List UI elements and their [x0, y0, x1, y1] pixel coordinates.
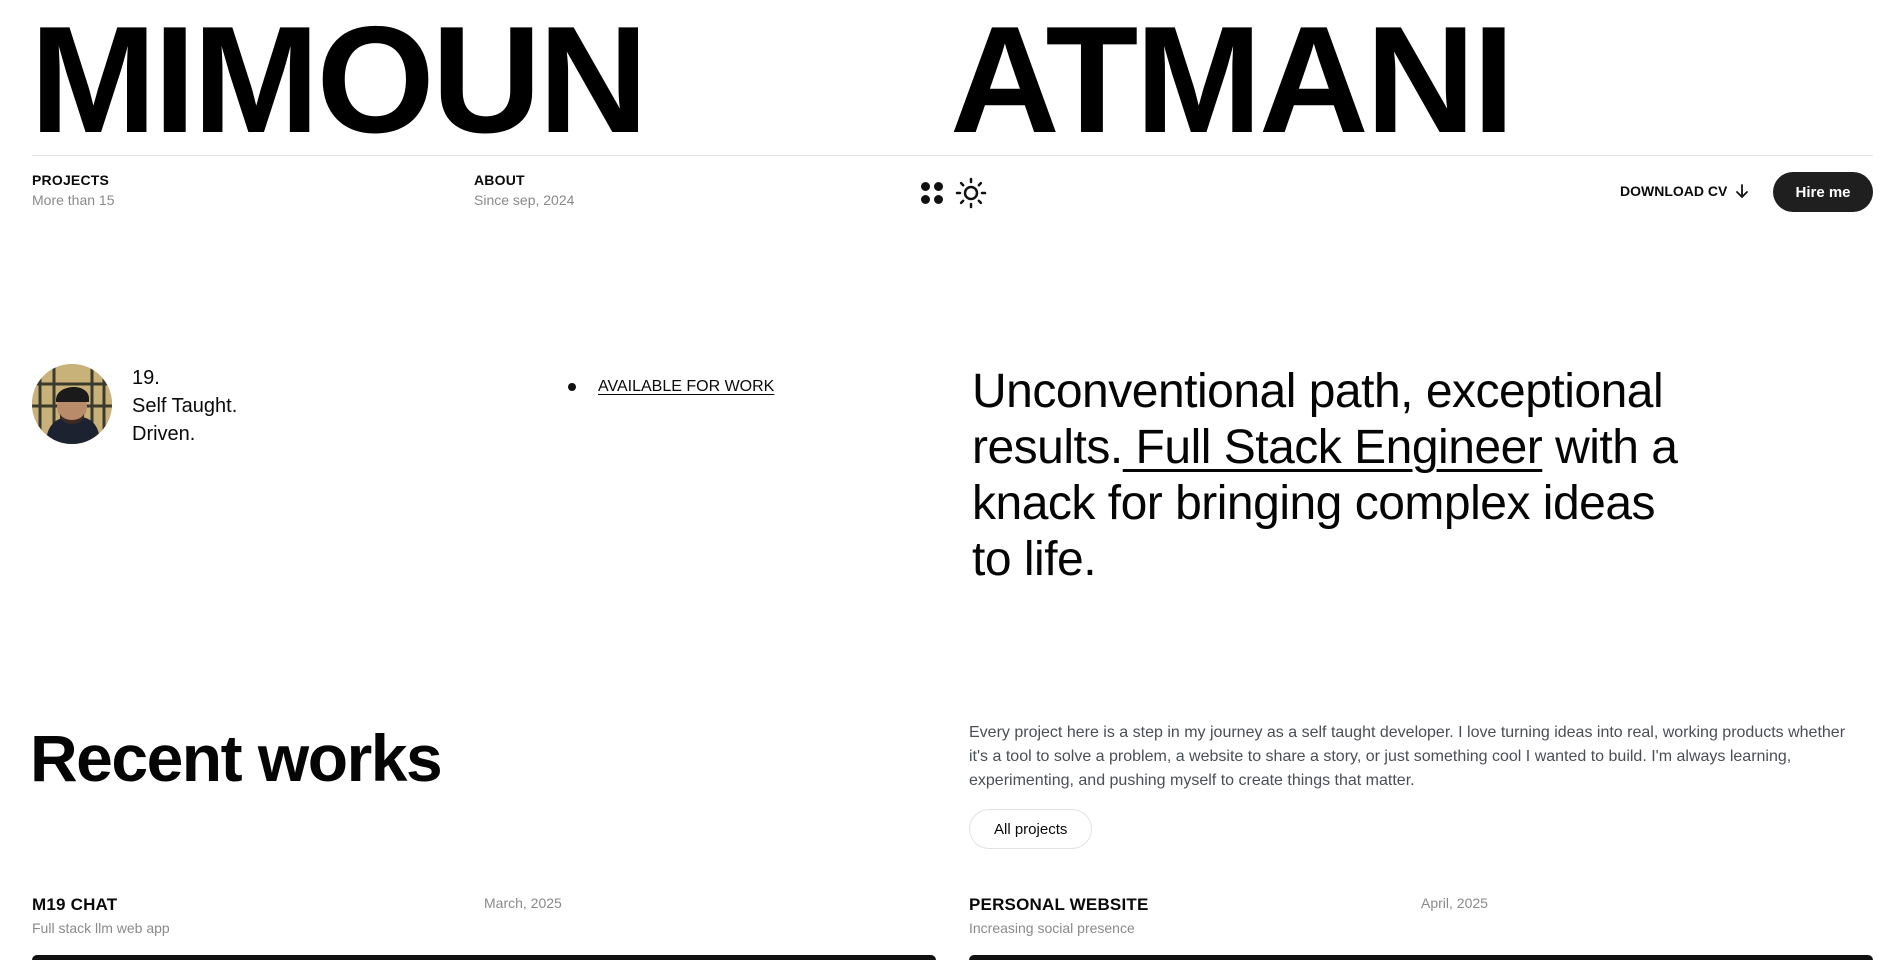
avatar — [32, 364, 112, 444]
all-projects-button[interactable]: All projects — [969, 809, 1093, 849]
header-divider — [32, 155, 1873, 156]
profile-trait-self-taught: Self Taught. — [132, 395, 238, 417]
project-thumbnail[interactable] — [969, 955, 1873, 960]
nav-icon-group — [919, 177, 987, 209]
portfolio-page: MIMOUN ATMANI PROJECTS More than 15 ABOU… — [0, 0, 1903, 960]
arrow-down-icon — [1736, 184, 1749, 198]
download-cv-label: DOWNLOAD CV — [1620, 183, 1728, 199]
recent-works-intro: Every project here is a step in my journ… — [969, 724, 1846, 789]
recent-works-heading: Recent works — [30, 721, 443, 795]
tagline: Unconventional path, exceptional results… — [972, 364, 1692, 588]
nav-about-sub: Since sep, 2024 — [474, 192, 575, 208]
profile-traits: 19. Self Taught. Driven. — [132, 364, 237, 448]
project-title: M19 CHAT — [32, 895, 118, 914]
nav-projects-label: PROJECTS — [32, 172, 110, 188]
hero-last-name: ATMANI — [950, 0, 1515, 165]
available-for-work-link[interactable]: AVAILABLE FOR WORK — [568, 378, 774, 396]
nav-projects-sub: More than 15 — [32, 192, 115, 208]
nav-about-label: ABOUT — [474, 172, 525, 188]
project-subtitle: Increasing social presence — [969, 920, 1135, 936]
hero-first-name: MIMOUN — [30, 0, 648, 165]
profile-age: 19. — [132, 367, 160, 389]
project-card-title-block[interactable]: M19 CHAT Full stack llm web app — [32, 895, 170, 936]
project-date: March, 2025 — [484, 895, 562, 911]
nav-projects[interactable]: PROJECTS More than 15 — [32, 172, 115, 208]
project-title: PERSONAL WEBSITE — [969, 895, 1149, 914]
status-dot-icon — [568, 383, 576, 391]
profile-trait-driven: Driven. — [132, 423, 196, 445]
project-thumbnail[interactable] — [32, 955, 936, 960]
availability-label: AVAILABLE FOR WORK — [598, 378, 775, 395]
hero-name: MIMOUN ATMANI — [0, 0, 1903, 165]
project-date: April, 2025 — [1421, 895, 1488, 911]
project-subtitle: Full stack llm web app — [32, 920, 170, 936]
dots-grid-icon[interactable] — [919, 179, 945, 207]
hire-me-button[interactable]: Hire me — [1773, 172, 1873, 212]
download-cv-link[interactable]: DOWNLOAD CV — [1620, 183, 1749, 199]
project-card-title-block[interactable]: PERSONAL WEBSITE Increasing social prese… — [969, 895, 1149, 936]
sun-icon[interactable] — [955, 177, 987, 209]
nav-about[interactable]: ABOUT Since sep, 2024 — [474, 172, 574, 208]
tagline-role-link[interactable]: Full Stack Engineer — [1123, 421, 1543, 474]
